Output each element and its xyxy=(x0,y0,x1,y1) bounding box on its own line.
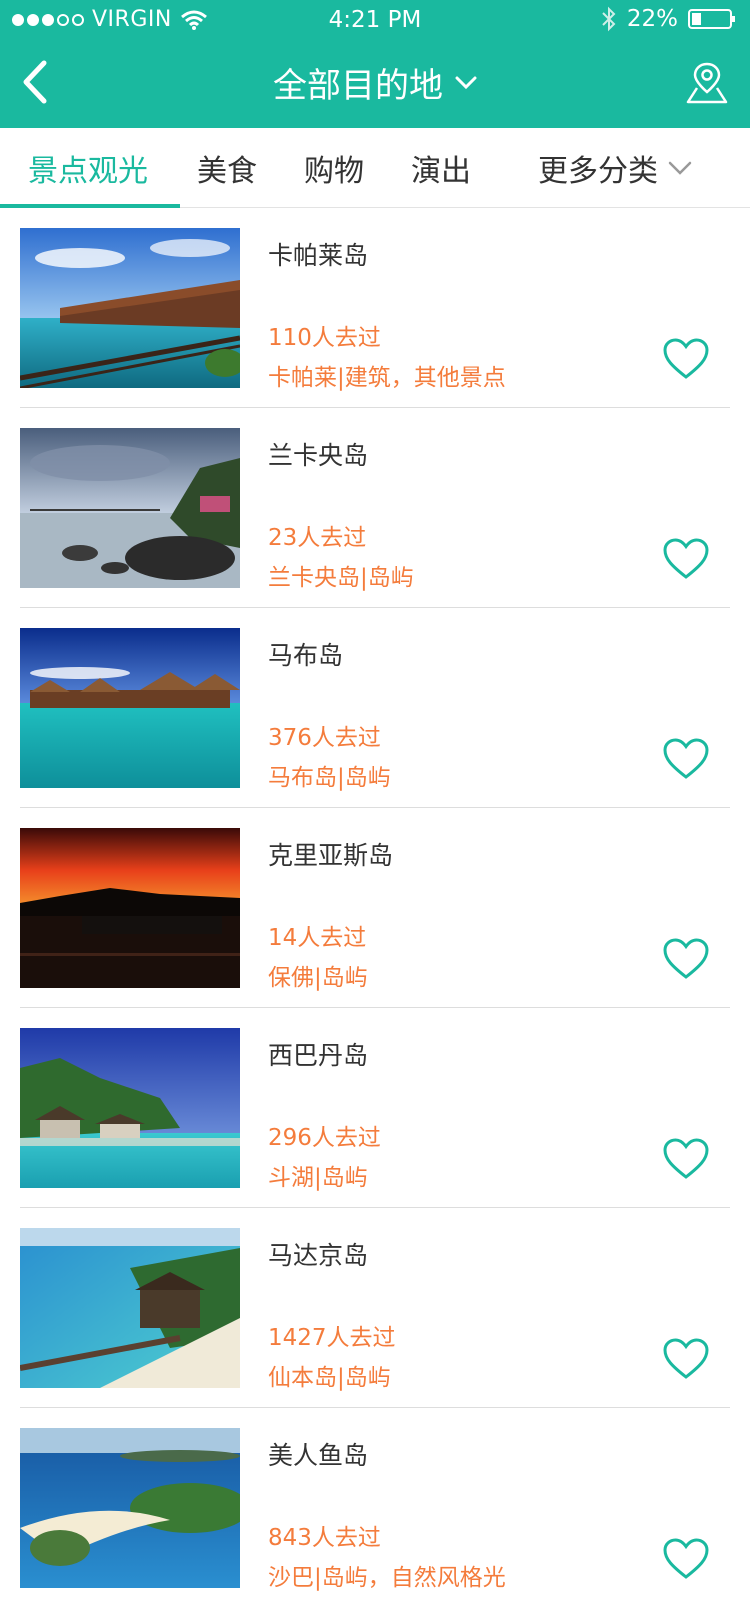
heart-icon[interactable] xyxy=(662,737,710,781)
visit-count: 14人去过 xyxy=(268,925,367,951)
list-item[interactable]: 卡帕莱岛 110人去过 卡帕莱|建筑，其他景点 xyxy=(0,208,750,408)
attraction-name: 西巴丹岛 xyxy=(268,1041,369,1070)
attraction-tags: 斗湖|岛屿 xyxy=(268,1165,368,1191)
attraction-tags: 兰卡央岛|岛屿 xyxy=(268,565,414,591)
heart-icon[interactable] xyxy=(662,537,710,581)
map-location-icon[interactable] xyxy=(684,60,730,106)
chevron-down-icon xyxy=(668,161,692,175)
visit-count: 376人去过 xyxy=(268,725,381,751)
app-header: VIRGIN 4:21 PM 22% 全部目的地 xyxy=(0,0,750,128)
visit-count: 296人去过 xyxy=(268,1125,381,1151)
destination-dropdown[interactable]: 全部目的地 xyxy=(273,58,477,107)
attraction-photo xyxy=(20,428,240,588)
attraction-tags: 马布岛|岛屿 xyxy=(268,765,391,791)
attraction-name: 克里亚斯岛 xyxy=(268,841,394,870)
page-title: 全部目的地 xyxy=(273,66,443,106)
attraction-name: 马达京岛 xyxy=(268,1241,369,1270)
attraction-tags: 保佛|岛屿 xyxy=(268,965,368,991)
tab-food[interactable]: 美食 xyxy=(197,146,257,190)
attraction-photo xyxy=(20,628,240,788)
visit-count: 843人去过 xyxy=(268,1525,381,1551)
attraction-photo xyxy=(20,228,240,388)
tab-shopping[interactable]: 购物 xyxy=(304,146,364,190)
attraction-name: 兰卡央岛 xyxy=(268,441,369,470)
visit-count: 110人去过 xyxy=(268,325,381,351)
category-tabs: 景点观光 美食 购物 演出 更多分类 xyxy=(0,128,750,208)
battery-percent: 22% xyxy=(626,6,678,32)
chevron-down-icon xyxy=(455,76,477,89)
attraction-name: 美人鱼岛 xyxy=(268,1441,369,1470)
battery-icon xyxy=(688,9,735,29)
status-bar: VIRGIN 4:21 PM 22% xyxy=(0,0,750,40)
list-item[interactable]: 兰卡央岛 23人去过 兰卡央岛|岛屿 xyxy=(0,408,750,608)
list-item[interactable]: 美人鱼岛 843人去过 沙巴|岛屿，自然风格光 xyxy=(0,1408,750,1608)
heart-icon[interactable] xyxy=(662,337,710,381)
back-arrow-icon[interactable] xyxy=(20,60,50,104)
bluetooth-icon xyxy=(602,6,616,32)
list-item[interactable]: 西巴丹岛 296人去过 斗湖|岛屿 xyxy=(0,1008,750,1208)
attraction-name: 马布岛 xyxy=(268,641,344,670)
visit-count: 23人去过 xyxy=(268,525,367,551)
attraction-photo xyxy=(20,1028,240,1188)
tab-sightseeing[interactable]: 景点观光 xyxy=(28,146,148,190)
attraction-tags: 沙巴|岛屿，自然风格光 xyxy=(268,1565,506,1591)
nav-title-bar: 全部目的地 xyxy=(0,58,750,107)
heart-icon[interactable] xyxy=(662,1137,710,1181)
heart-icon[interactable] xyxy=(662,1337,710,1381)
attraction-photo xyxy=(20,1428,240,1588)
list-item[interactable]: 马达京岛 1427人去过 仙本岛|岛屿 xyxy=(0,1208,750,1408)
attraction-tags: 卡帕莱|建筑，其他景点 xyxy=(268,365,506,391)
attraction-photo xyxy=(20,828,240,988)
tab-shows[interactable]: 演出 xyxy=(411,146,471,190)
tab-more-categories[interactable]: 更多分类 xyxy=(538,146,692,190)
status-right: 22% xyxy=(601,6,736,32)
attraction-list: 卡帕莱岛 110人去过 卡帕莱|建筑，其他景点 兰卡央岛 23人去过 兰卡央岛|… xyxy=(0,208,750,1608)
list-item[interactable]: 克里亚斯岛 14人去过 保佛|岛屿 xyxy=(0,808,750,1008)
attraction-name: 卡帕莱岛 xyxy=(268,241,369,270)
attraction-photo xyxy=(20,1228,240,1388)
list-item[interactable]: 马布岛 376人去过 马布岛|岛屿 xyxy=(0,608,750,808)
tab-more-label: 更多分类 xyxy=(538,154,658,189)
heart-icon[interactable] xyxy=(662,937,710,981)
visit-count: 1427人去过 xyxy=(268,1325,396,1351)
heart-icon[interactable] xyxy=(662,1537,710,1581)
attraction-tags: 仙本岛|岛屿 xyxy=(268,1365,391,1391)
